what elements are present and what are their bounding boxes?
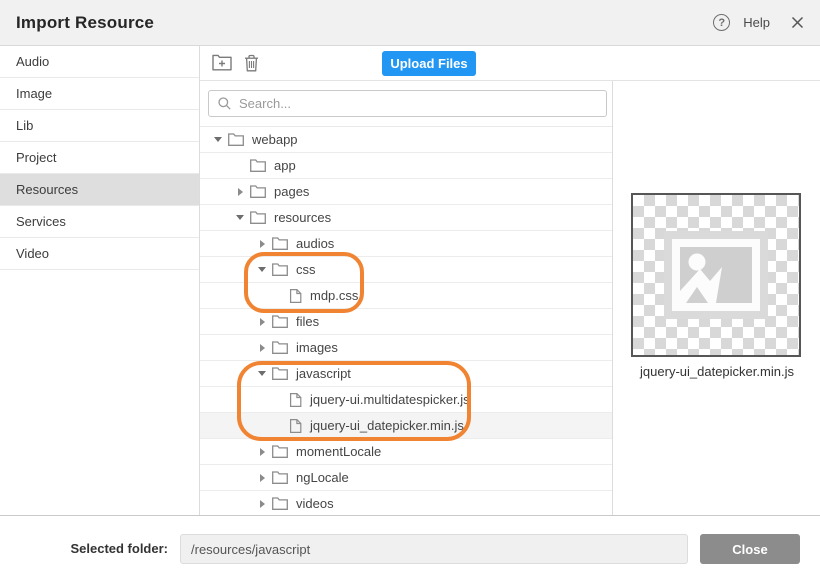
preview-thumbnail [631, 193, 801, 357]
close-button[interactable]: Close [700, 534, 800, 564]
tree-row-label: mdp.css [310, 288, 358, 303]
preview-panel: jquery-ui_datepicker.min.js [614, 81, 820, 515]
sidebar-item-label: Lib [16, 118, 33, 133]
folder-icon [228, 133, 244, 146]
caret-expanded-icon[interactable] [232, 210, 248, 226]
folder-icon [272, 315, 288, 328]
tree-row[interactable]: css [200, 257, 612, 283]
tree-row[interactable]: audios [200, 231, 612, 257]
upload-files-button[interactable]: Upload Files [382, 51, 476, 76]
caret-collapsed-icon[interactable] [254, 236, 270, 252]
trash-icon[interactable] [244, 54, 259, 72]
folder-icon [272, 263, 288, 276]
tree-row-label: pages [274, 184, 309, 199]
file-icon [290, 419, 302, 433]
folder-icon [272, 237, 288, 250]
sidebar-item-audio[interactable]: Audio [0, 46, 199, 78]
caret-expanded-icon[interactable] [254, 366, 270, 382]
sidebar-item-video[interactable]: Video [0, 238, 199, 270]
caret-collapsed-icon[interactable] [254, 470, 270, 486]
sidebar-item-label: Audio [16, 54, 49, 69]
folder-icon [272, 367, 288, 380]
tree-row[interactable]: ngLocale [200, 465, 612, 491]
folder-icon [272, 341, 288, 354]
folder-icon [272, 471, 288, 484]
selected-folder-input[interactable] [180, 534, 688, 564]
tree-row-label: css [296, 262, 316, 277]
caret-icon [232, 158, 248, 174]
tree-row[interactable]: videos [200, 491, 612, 517]
dialog-header: Import Resource ? Help [0, 0, 820, 46]
sidebar-item-label: Video [16, 246, 49, 261]
tree-row-label: jquery-ui_datepicker.min.js [310, 418, 464, 433]
caret-collapsed-icon[interactable] [232, 184, 248, 200]
tree-panel: webapp app pages resources audios css [200, 81, 613, 515]
caret-collapsed-icon[interactable] [254, 340, 270, 356]
tree-row-label: jquery-ui.multidatespicker.js [310, 392, 470, 407]
new-folder-icon[interactable] [212, 54, 232, 71]
folder-icon [272, 445, 288, 458]
caret-expanded-icon[interactable] [254, 262, 270, 278]
tree-row-label: images [296, 340, 338, 355]
tree-row-label: audios [296, 236, 334, 251]
tree-row-label: app [274, 158, 296, 173]
folder-icon [250, 211, 266, 224]
close-icon[interactable] [791, 16, 804, 29]
tree-row[interactable]: resources [200, 205, 612, 231]
tree-row[interactable]: files [200, 309, 612, 335]
caret-collapsed-icon[interactable] [254, 496, 270, 512]
caret-collapsed-icon[interactable] [254, 444, 270, 460]
toolbar: Upload Files [200, 46, 820, 81]
help-icon[interactable]: ? [713, 14, 730, 31]
tree-row-label: resources [274, 210, 331, 225]
sidebar-item-lib[interactable]: Lib [0, 110, 199, 142]
tree-row-label: webapp [252, 132, 298, 147]
tree-row[interactable]: jquery-ui_datepicker.min.js [200, 413, 612, 439]
search-input[interactable] [208, 90, 607, 117]
sidebar-item-label: Project [16, 150, 56, 165]
sidebar-item-image[interactable]: Image [0, 78, 199, 110]
file-icon [290, 289, 302, 303]
preview-caption: jquery-ui_datepicker.min.js [614, 364, 820, 379]
caret-expanded-icon[interactable] [210, 132, 226, 148]
tree-row[interactable]: images [200, 335, 612, 361]
sidebar-item-label: Image [16, 86, 52, 101]
tree-row[interactable]: momentLocale [200, 439, 612, 465]
folder-icon [250, 159, 266, 172]
import-resource-dialog: Import Resource ? Help Audio Image Lib P… [0, 0, 820, 580]
sidebar-item-label: Services [16, 214, 66, 229]
selected-folder-label: Selected folder: [0, 541, 168, 556]
dialog-footer: Selected folder: Close [0, 515, 820, 580]
tree-row[interactable]: app [200, 153, 612, 179]
dialog-title: Import Resource [16, 13, 154, 33]
help-link[interactable]: Help [743, 15, 770, 30]
file-tree: webapp app pages resources audios css [200, 126, 612, 517]
sidebar: Audio Image Lib Project Resources Servic… [0, 46, 200, 515]
tree-row[interactable]: pages [200, 179, 612, 205]
tree-row-label: videos [296, 496, 334, 511]
caret-collapsed-icon[interactable] [254, 314, 270, 330]
sidebar-item-project[interactable]: Project [0, 142, 199, 174]
folder-icon [250, 185, 266, 198]
tree-row-label: javascript [296, 366, 351, 381]
tree-row[interactable]: javascript [200, 361, 612, 387]
tree-row-label: ngLocale [296, 470, 349, 485]
tree-row[interactable]: webapp [200, 127, 612, 153]
file-icon [290, 393, 302, 407]
sidebar-item-label: Resources [16, 182, 78, 197]
tree-row[interactable]: mdp.css [200, 283, 612, 309]
folder-icon [272, 497, 288, 510]
sidebar-item-services[interactable]: Services [0, 206, 199, 238]
image-placeholder-icon [664, 231, 768, 319]
tree-row-label: momentLocale [296, 444, 381, 459]
sidebar-item-resources[interactable]: Resources [0, 174, 199, 206]
tree-row-label: files [296, 314, 319, 329]
tree-row[interactable]: jquery-ui.multidatespicker.js [200, 387, 612, 413]
